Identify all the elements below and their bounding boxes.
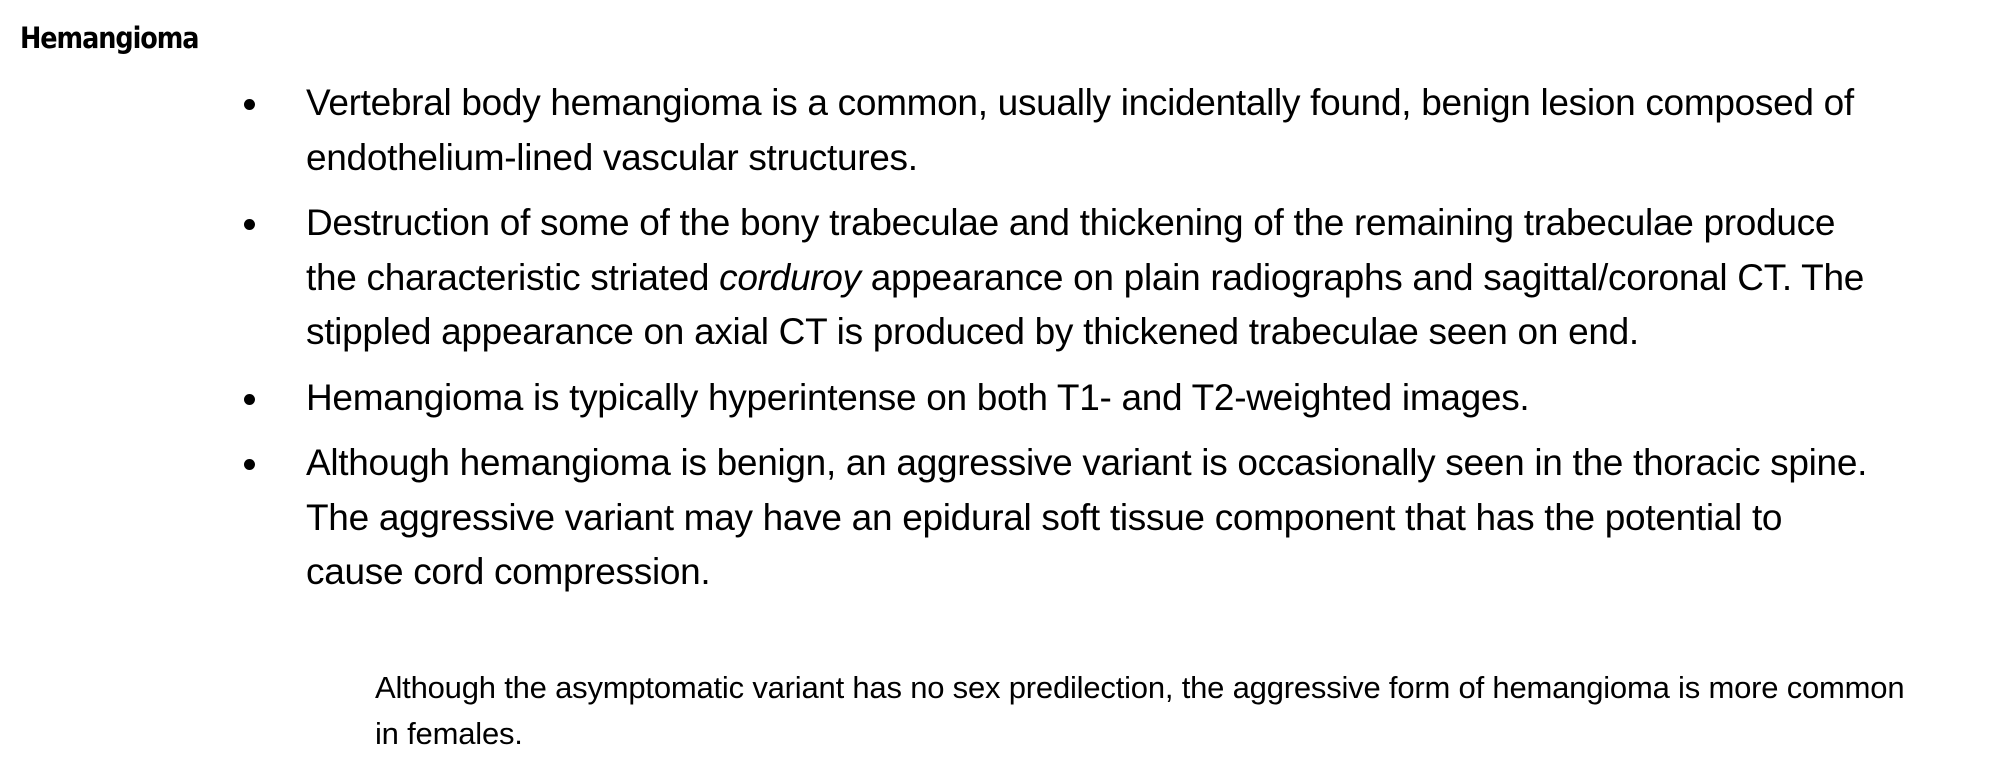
section-heading: Hemangioma <box>20 21 200 55</box>
bullet-icon <box>244 219 255 230</box>
bullet-icon <box>244 459 255 470</box>
bullet-item: Destruction of some of the bony trabecul… <box>238 196 1878 360</box>
bullet-icon <box>244 393 255 405</box>
bullet-text: Vertebral body hemangioma is a common, u… <box>306 82 1854 178</box>
sub-note: Although the asymptomatic variant has no… <box>375 670 1905 751</box>
emphasized-term: corduroy <box>719 256 861 298</box>
bullet-text: Destruction of some of the bony trabecul… <box>306 202 1864 352</box>
bullet-item: Vertebral body hemangioma is a common, u… <box>238 76 1878 185</box>
bullet-item: Hemangioma is typically hyperintense on … <box>238 371 1878 426</box>
bullet-item: Although hemangioma is benign, an aggres… <box>238 436 1878 600</box>
document-page: Hemangioma Vertebral body hemangioma is … <box>0 0 1994 768</box>
bullet-list: Vertebral body hemangioma is a common, u… <box>238 76 1878 611</box>
bullet-icon <box>244 99 255 110</box>
bullet-text: Hemangioma is typically hyperintense on … <box>306 376 1530 418</box>
bullet-text: Although hemangioma is benign, an aggres… <box>306 442 1868 592</box>
